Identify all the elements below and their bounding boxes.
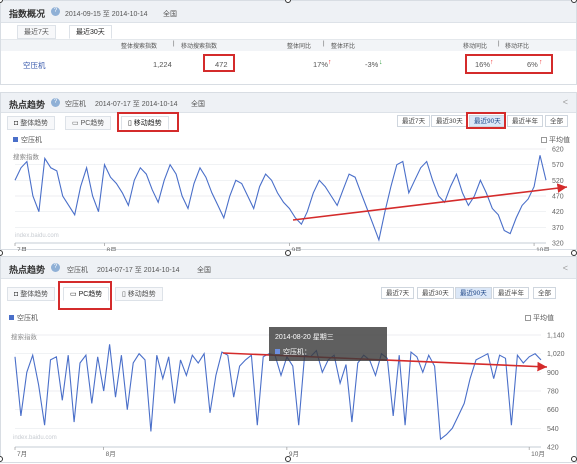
mobile-trend-chart: 620 570 520 470 420 370 320 7月 8月 9月 10月 [14, 147, 568, 251]
overview-date-range: 2014-09-15 至 2014-10-14 [65, 11, 148, 18]
tooltip-swatch [275, 349, 280, 354]
tooltip-series-label: 空压机： [283, 349, 311, 356]
overall-mom-value: -3% [365, 60, 379, 69]
col-overall-yoy: 整体同比 [287, 44, 312, 50]
highlight-mobile-index [203, 54, 235, 72]
resize-handle[interactable] [285, 250, 291, 256]
y-tick-label: 470 [552, 194, 564, 201]
overview-region: 全国 [163, 11, 177, 18]
help-icon[interactable]: ? [51, 7, 60, 16]
tab-7days[interactable]: 最近7天 [17, 25, 56, 39]
col-overall-index: 整体搜索指数 [121, 44, 158, 50]
x-tick-label: 10月 [536, 246, 550, 251]
x-tick-label: 7月 [17, 450, 27, 458]
overview-header: 指数概况 ? 2014-09-15 至 2014-10-14 全国 [1, 1, 576, 23]
y-tick-label: 660 [547, 407, 559, 414]
col-sep: | [498, 41, 500, 47]
tooltip-series: 空压机： [275, 347, 311, 357]
y-tick-label: 520 [552, 178, 564, 185]
y-tick-label: 420 [552, 209, 564, 216]
y-tick-label: 1,020 [547, 351, 565, 358]
resize-handle[interactable] [571, 456, 577, 462]
overall-index-value: 1,224 [153, 60, 172, 69]
trend-mobile-panel: 热点趋势 ? 空压机 2014-07-17 至 2014-10-14 全国 < … [0, 92, 577, 251]
overview-title: 指数概况 [9, 9, 46, 19]
col-sep: | [323, 41, 325, 47]
y-tick-label: 420 [547, 445, 559, 452]
col-mobile-mom: 移动环比 [505, 44, 530, 50]
tooltip-date: 2014-08-20 星期三 [275, 334, 334, 341]
col-sep: | [173, 41, 175, 47]
x-tick-label: 9月 [291, 246, 301, 251]
x-tick-label: 10月 [531, 450, 545, 458]
resize-handle[interactable] [285, 456, 291, 462]
keyword-link[interactable]: 空压机 [23, 60, 46, 71]
overview-panel: 指数概况 ? 2014-09-15 至 2014-10-14 全国 最近7天 最… [0, 0, 577, 85]
tab-30days[interactable]: 最近30天 [69, 25, 112, 39]
y-tick-label: 320 [552, 241, 564, 248]
trend-pc-panel: 热点趋势 ? 空压机 2014-07-17 至 2014-10-14 全国 < … [0, 256, 577, 463]
col-mobile-index: 移动搜索指数 [181, 44, 218, 50]
y-tick-label: 900 [547, 370, 559, 377]
col-mobile-yoy: 移动同比 [463, 44, 488, 50]
x-tick-label: 8月 [106, 450, 116, 458]
tooltip: 2014-08-20 星期三 空压机： [269, 327, 387, 361]
trend-arrow [292, 183, 568, 221]
y-tick-label: 370 [552, 225, 564, 232]
overall-yoy-value: 17% [313, 60, 329, 69]
y-tick-label: 780 [547, 389, 559, 396]
y-tick-label: 570 [552, 162, 564, 169]
col-overall-mom: 整体环比 [331, 44, 356, 50]
y-tick-label: 620 [552, 147, 564, 154]
up-arrow-icon: ↑ [328, 59, 332, 66]
y-tick-label: 540 [547, 426, 559, 433]
y-tick-label: 1,140 [547, 333, 565, 340]
x-tick-label: 7月 [17, 246, 27, 251]
highlight-mobile-compare [465, 54, 553, 74]
resize-handle[interactable] [571, 250, 577, 256]
down-arrow-icon: ↓ [379, 59, 383, 66]
x-tick-label: 8月 [106, 246, 116, 251]
